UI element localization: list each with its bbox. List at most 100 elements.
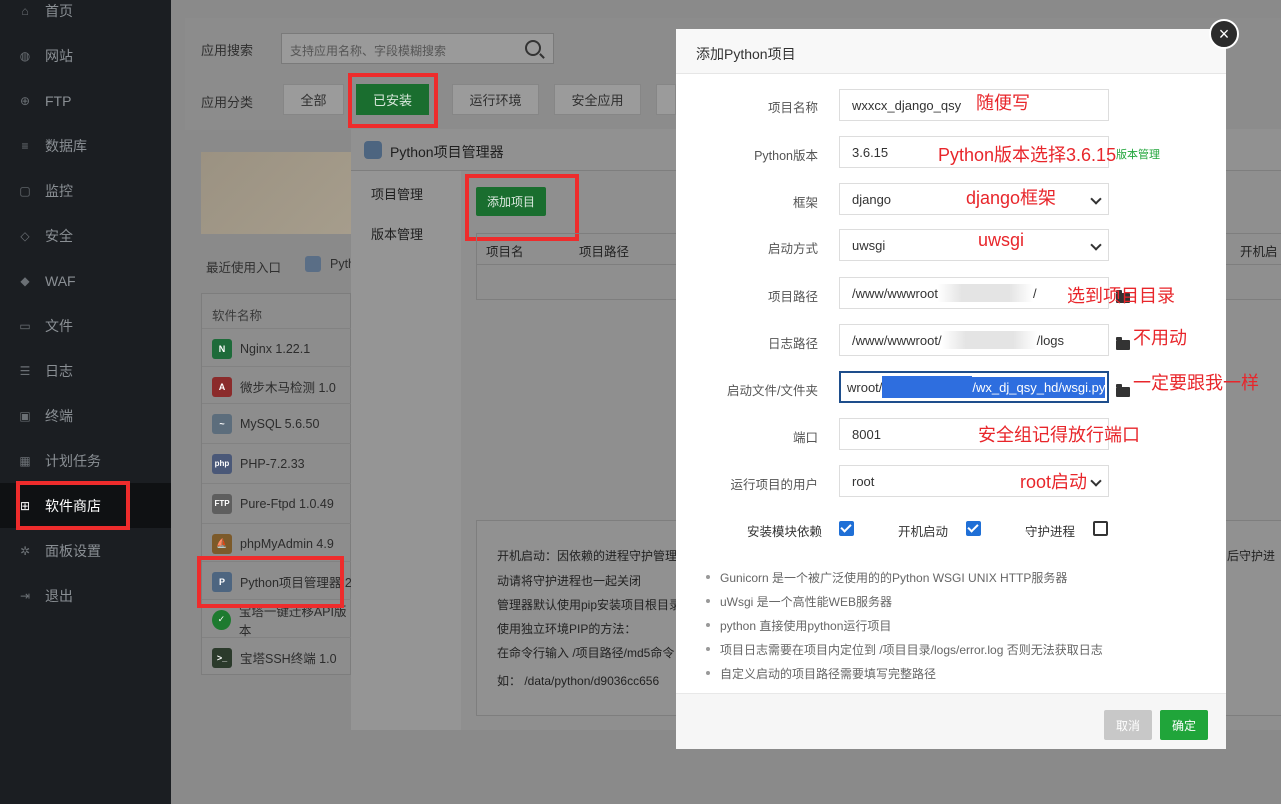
sidebar-item-settings[interactable]: ✲ 面板设置: [0, 528, 171, 573]
sidebar-item-label: 面板设置: [45, 542, 101, 559]
text-selection-highlight: [882, 376, 973, 398]
search-icon[interactable]: [525, 40, 541, 56]
info-line-right: 后守护进: [1227, 549, 1276, 563]
annotation-path: 选到项目目录: [1067, 286, 1175, 306]
folder-open-icon[interactable]: [1116, 384, 1130, 397]
sidebar-item-monitor[interactable]: ▢ 监控: [0, 168, 171, 213]
sidebar-item-label: 文件: [45, 317, 73, 334]
python-logo-icon: [364, 141, 382, 159]
sidebar-item-label: 退出: [45, 587, 73, 604]
sidebar-item-terminal[interactable]: ▣ 终端: [0, 393, 171, 438]
list-item[interactable]: ~ MySQL 5.6.50: [202, 403, 352, 443]
tab-version-management[interactable]: 版本管理: [371, 224, 423, 243]
tip-item: 自定义启动的项目路径需要填写完整路径: [705, 667, 937, 681]
info-line: 在命令行输入 /项目路径/md5命令: [497, 646, 675, 660]
entry-file-input[interactable]: wroot/ /wx_dj_qsy_hd/wsgi.py: [839, 371, 1109, 403]
install-deps-checkbox[interactable]: [839, 521, 854, 536]
log-path-value-end: /logs: [1036, 332, 1065, 348]
highlight-box-add-project: [465, 174, 579, 241]
close-icon[interactable]: ×: [1209, 19, 1239, 49]
info-box-right: 后守护进: [1226, 520, 1281, 716]
project-table-body: [476, 265, 676, 300]
home-icon: ⌂: [21, 3, 29, 18]
project-table-body-right: [1226, 265, 1281, 300]
log-path-input[interactable]: /www/wwwroot/ /logs: [839, 324, 1109, 356]
project-path-value-end: /: [1032, 285, 1037, 301]
log-path-label: 日志路径: [767, 337, 818, 351]
php-icon: php: [212, 453, 232, 474]
category-security-apps[interactable]: 安全应用: [554, 84, 641, 115]
column-autostart: 开机启: [1240, 245, 1278, 259]
startup-mode-label: 启动方式: [767, 242, 818, 256]
app-search-input[interactable]: 支持应用名称、字段模糊搜索: [281, 33, 554, 64]
sidebar-item-database[interactable]: ≡ 数据库: [0, 123, 171, 168]
sidebar-item-logs[interactable]: ☰ 日志: [0, 348, 171, 393]
version-management-link[interactable]: 版本管理: [1116, 146, 1160, 162]
confirm-button[interactable]: 确定: [1160, 710, 1208, 740]
sidebar-item-waf[interactable]: ◆ WAF: [0, 258, 171, 303]
info-line: 动请将守护进程也一起关闭: [497, 574, 642, 588]
calendar-icon: ▦: [19, 453, 31, 468]
app-name: Pure-Ftpd 1.0.49: [240, 496, 334, 511]
daemon-label: 守护进程: [1025, 525, 1076, 539]
folder-open-icon[interactable]: [1116, 337, 1130, 350]
entry-file-value-start: wroot/: [847, 379, 883, 395]
redacted-path: [937, 284, 1033, 302]
waf-shield-icon: ◆: [20, 273, 30, 288]
python-manager-info-box: 开机启动：因依赖的进程守护管理 动请将守护进程也一起关闭 管理器默认使用pip安…: [476, 520, 681, 716]
startup-mode-select[interactable]: uwsgi: [839, 229, 1109, 261]
app-name: PHP-7.2.33: [240, 456, 305, 471]
tab-project-management[interactable]: 项目管理: [371, 184, 423, 203]
sidebar-item-label: FTP: [45, 92, 72, 109]
sidebar-item-cron[interactable]: ▦ 计划任务: [0, 438, 171, 483]
ssh-terminal-icon: >_: [212, 647, 232, 668]
app-name: 宝塔SSH终端 1.0: [240, 652, 337, 666]
python-manager-sidebar: 项目管理 版本管理: [351, 171, 461, 730]
app-name: MySQL 5.6.50: [240, 416, 320, 431]
port-label: 端口: [792, 431, 818, 445]
tip-item: Gunicorn 是一个被广泛使用的的Python WSGI UNIX HTTP…: [705, 571, 1068, 585]
startup-mode-value: uwsgi: [852, 237, 886, 253]
autostart-checkbox[interactable]: [966, 521, 981, 536]
redacted-path: [941, 331, 1037, 349]
sidebar-item-security[interactable]: ◇ 安全: [0, 213, 171, 258]
tip-item: uWsgi 是一个高性能WEB服务器: [705, 595, 893, 609]
project-path-label: 项目路径: [767, 290, 818, 304]
mysql-icon: ~: [212, 413, 232, 434]
sidebar-item-label: 安全: [45, 227, 73, 244]
category-more[interactable]: [656, 84, 676, 115]
project-name-label: 项目名称: [767, 101, 818, 115]
list-item[interactable]: >_ 宝塔SSH终端 1.0: [202, 637, 352, 677]
tip-item: 项目日志需要在项目内定位到 /项目目录/logs/error.log 否则无法获…: [706, 643, 1103, 657]
list-item[interactable]: N Nginx 1.22.1: [202, 328, 352, 368]
list-item[interactable]: A 微步木马检测 1.0: [202, 366, 352, 406]
threat-scan-icon: A: [212, 376, 232, 397]
sidebar-item-website[interactable]: ◍ 网站: [0, 33, 171, 78]
app-name: 微步木马检测 1.0: [240, 381, 336, 395]
entry-file-value-end: /wx_dj_qsy_hd/wsgi.py: [972, 376, 1106, 398]
sidebar-item-home[interactable]: ⌂ 首页: [0, 0, 171, 33]
list-item[interactable]: FTP Pure-Ftpd 1.0.49: [202, 483, 352, 523]
project-path-value-start: /www/wwwroot: [852, 285, 938, 301]
sidebar-item-label: 网站: [45, 47, 73, 64]
database-icon: ≡: [21, 138, 29, 153]
annotation-name: 随便写: [976, 93, 1030, 113]
recent-apps-label: 最近使用入口: [206, 261, 282, 275]
annotation-framework: django框架: [966, 188, 1057, 208]
annotation-startup: uwsgi: [978, 230, 1025, 250]
cancel-button[interactable]: 取消: [1104, 710, 1152, 740]
sidebar-item-ftp[interactable]: ⊕ FTP: [0, 78, 171, 123]
list-item[interactable]: php PHP-7.2.33: [202, 443, 352, 483]
info-line: 管理器默认使用pip安装项目根目录: [497, 598, 682, 612]
annotation-entry: 一定要跟我一样: [1133, 373, 1259, 393]
category-runtime[interactable]: 运行环境: [452, 84, 539, 115]
project-name-input[interactable]: wxxcx_django_qsy: [839, 89, 1109, 121]
migrate-icon: ✓: [212, 609, 231, 630]
sidebar-item-files[interactable]: ▭ 文件: [0, 303, 171, 348]
daemon-checkbox[interactable]: [1093, 521, 1108, 536]
info-line: 如： /data/python/d9036cc656: [497, 674, 660, 688]
highlight-box-app-store: [16, 481, 130, 530]
info-line: 开机启动：因依赖的进程守护管理: [497, 549, 678, 563]
category-all[interactable]: 全部: [283, 84, 344, 115]
sidebar-item-logout[interactable]: ⇥ 退出: [0, 573, 171, 618]
